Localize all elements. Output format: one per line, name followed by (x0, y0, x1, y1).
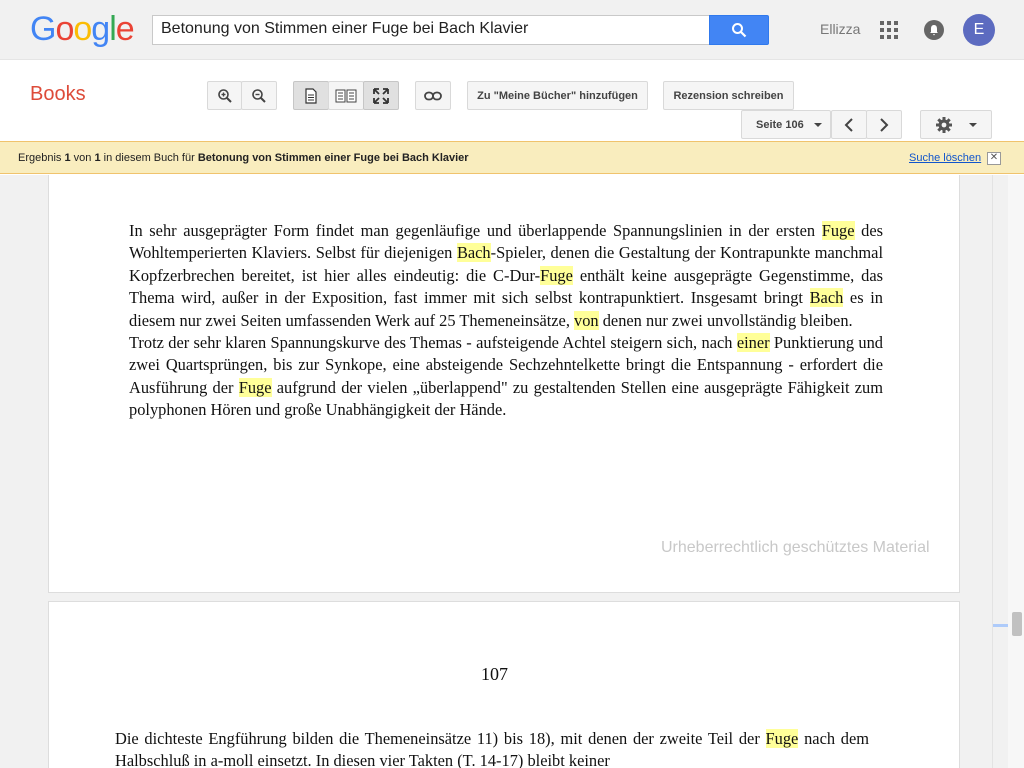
scroll-position-marker (993, 624, 1008, 627)
viewer-scrollbar[interactable] (992, 175, 1008, 768)
book-page-107: 107 Die dichteste Engführung bilden die … (48, 601, 960, 768)
logo-letter: o (55, 10, 74, 48)
logo-letter: g (91, 10, 110, 48)
window-scrollbar-thumb[interactable] (1012, 612, 1022, 636)
close-icon[interactable]: ✕ (987, 152, 1001, 165)
search-result-text: Ergebnis 1 von 1 in diesem Buch für Beto… (18, 152, 469, 164)
single-page-view-button[interactable] (293, 81, 329, 110)
prev-page-button[interactable] (831, 110, 867, 139)
zoom-out-icon (252, 88, 266, 103)
fullscreen-button[interactable] (363, 81, 399, 110)
page-select-dropdown[interactable]: Seite 106 (741, 110, 831, 139)
two-page-icon (335, 89, 357, 102)
avatar[interactable]: E (963, 14, 995, 46)
google-top-bar: Google Betonung von Stimmen einer Fuge b… (0, 0, 1024, 60)
zoom-in-button[interactable] (207, 81, 242, 110)
page-106-text: In sehr ausgeprägter Form findet man geg… (129, 221, 884, 420)
link-button[interactable] (415, 81, 451, 110)
logo-letter: G (30, 10, 56, 48)
book-page-106: In sehr ausgeprägter Form findet man geg… (48, 175, 960, 593)
logo-letter: e (115, 10, 135, 48)
settings-gear-icon (936, 116, 952, 133)
search-icon (732, 23, 747, 38)
next-page-button[interactable] (866, 110, 902, 139)
settings-button[interactable] (920, 110, 992, 139)
search-button[interactable] (709, 15, 769, 45)
two-page-view-button[interactable] (328, 81, 364, 110)
search-input[interactable]: Betonung von Stimmen einer Fuge bei Bach… (152, 15, 710, 45)
search-query: Betonung von Stimmen einer Fuge bei Bach… (197, 152, 469, 164)
link-icon (424, 91, 442, 100)
apps-grid-icon[interactable] (880, 21, 898, 39)
chevron-down-icon (813, 122, 822, 127)
search-result-banner: Ergebnis 1 von 1 in diesem Buch für Beto… (0, 141, 1024, 174)
books-toolbar: Books Zu "Meine Bücher" hinzufügen Rezen… (0, 61, 1024, 140)
google-logo[interactable]: Google (30, 10, 135, 49)
clear-search-link[interactable]: Suche löschen (909, 152, 981, 164)
chevron-down-icon (969, 122, 977, 127)
book-viewer[interactable]: In sehr ausgeprägter Form findet man geg… (0, 175, 1008, 768)
bell-icon[interactable] (924, 20, 944, 40)
next-page-icon (880, 117, 889, 132)
zoom-out-button[interactable] (241, 81, 277, 110)
copyright-notice: Urheberrechtlich geschütztes Material (661, 539, 930, 556)
single-page-icon (305, 87, 317, 104)
page-select-label: Seite 106 (756, 118, 804, 131)
zoom-in-icon (217, 88, 232, 103)
window-scrollbar[interactable] (1008, 175, 1024, 768)
add-to-library-button[interactable]: Zu "Meine Bücher" hinzufügen (467, 81, 648, 110)
prev-page-icon (844, 117, 853, 132)
logo-letter: o (73, 10, 92, 48)
write-review-button[interactable]: Rezension schreiben (663, 81, 794, 110)
fullscreen-icon (373, 87, 389, 104)
user-name[interactable]: Ellizza (820, 21, 860, 37)
page-107-text: Die dichteste Engführung bilden die Them… (115, 729, 870, 768)
page-number: 107 (481, 664, 508, 684)
books-title[interactable]: Books (30, 83, 86, 106)
